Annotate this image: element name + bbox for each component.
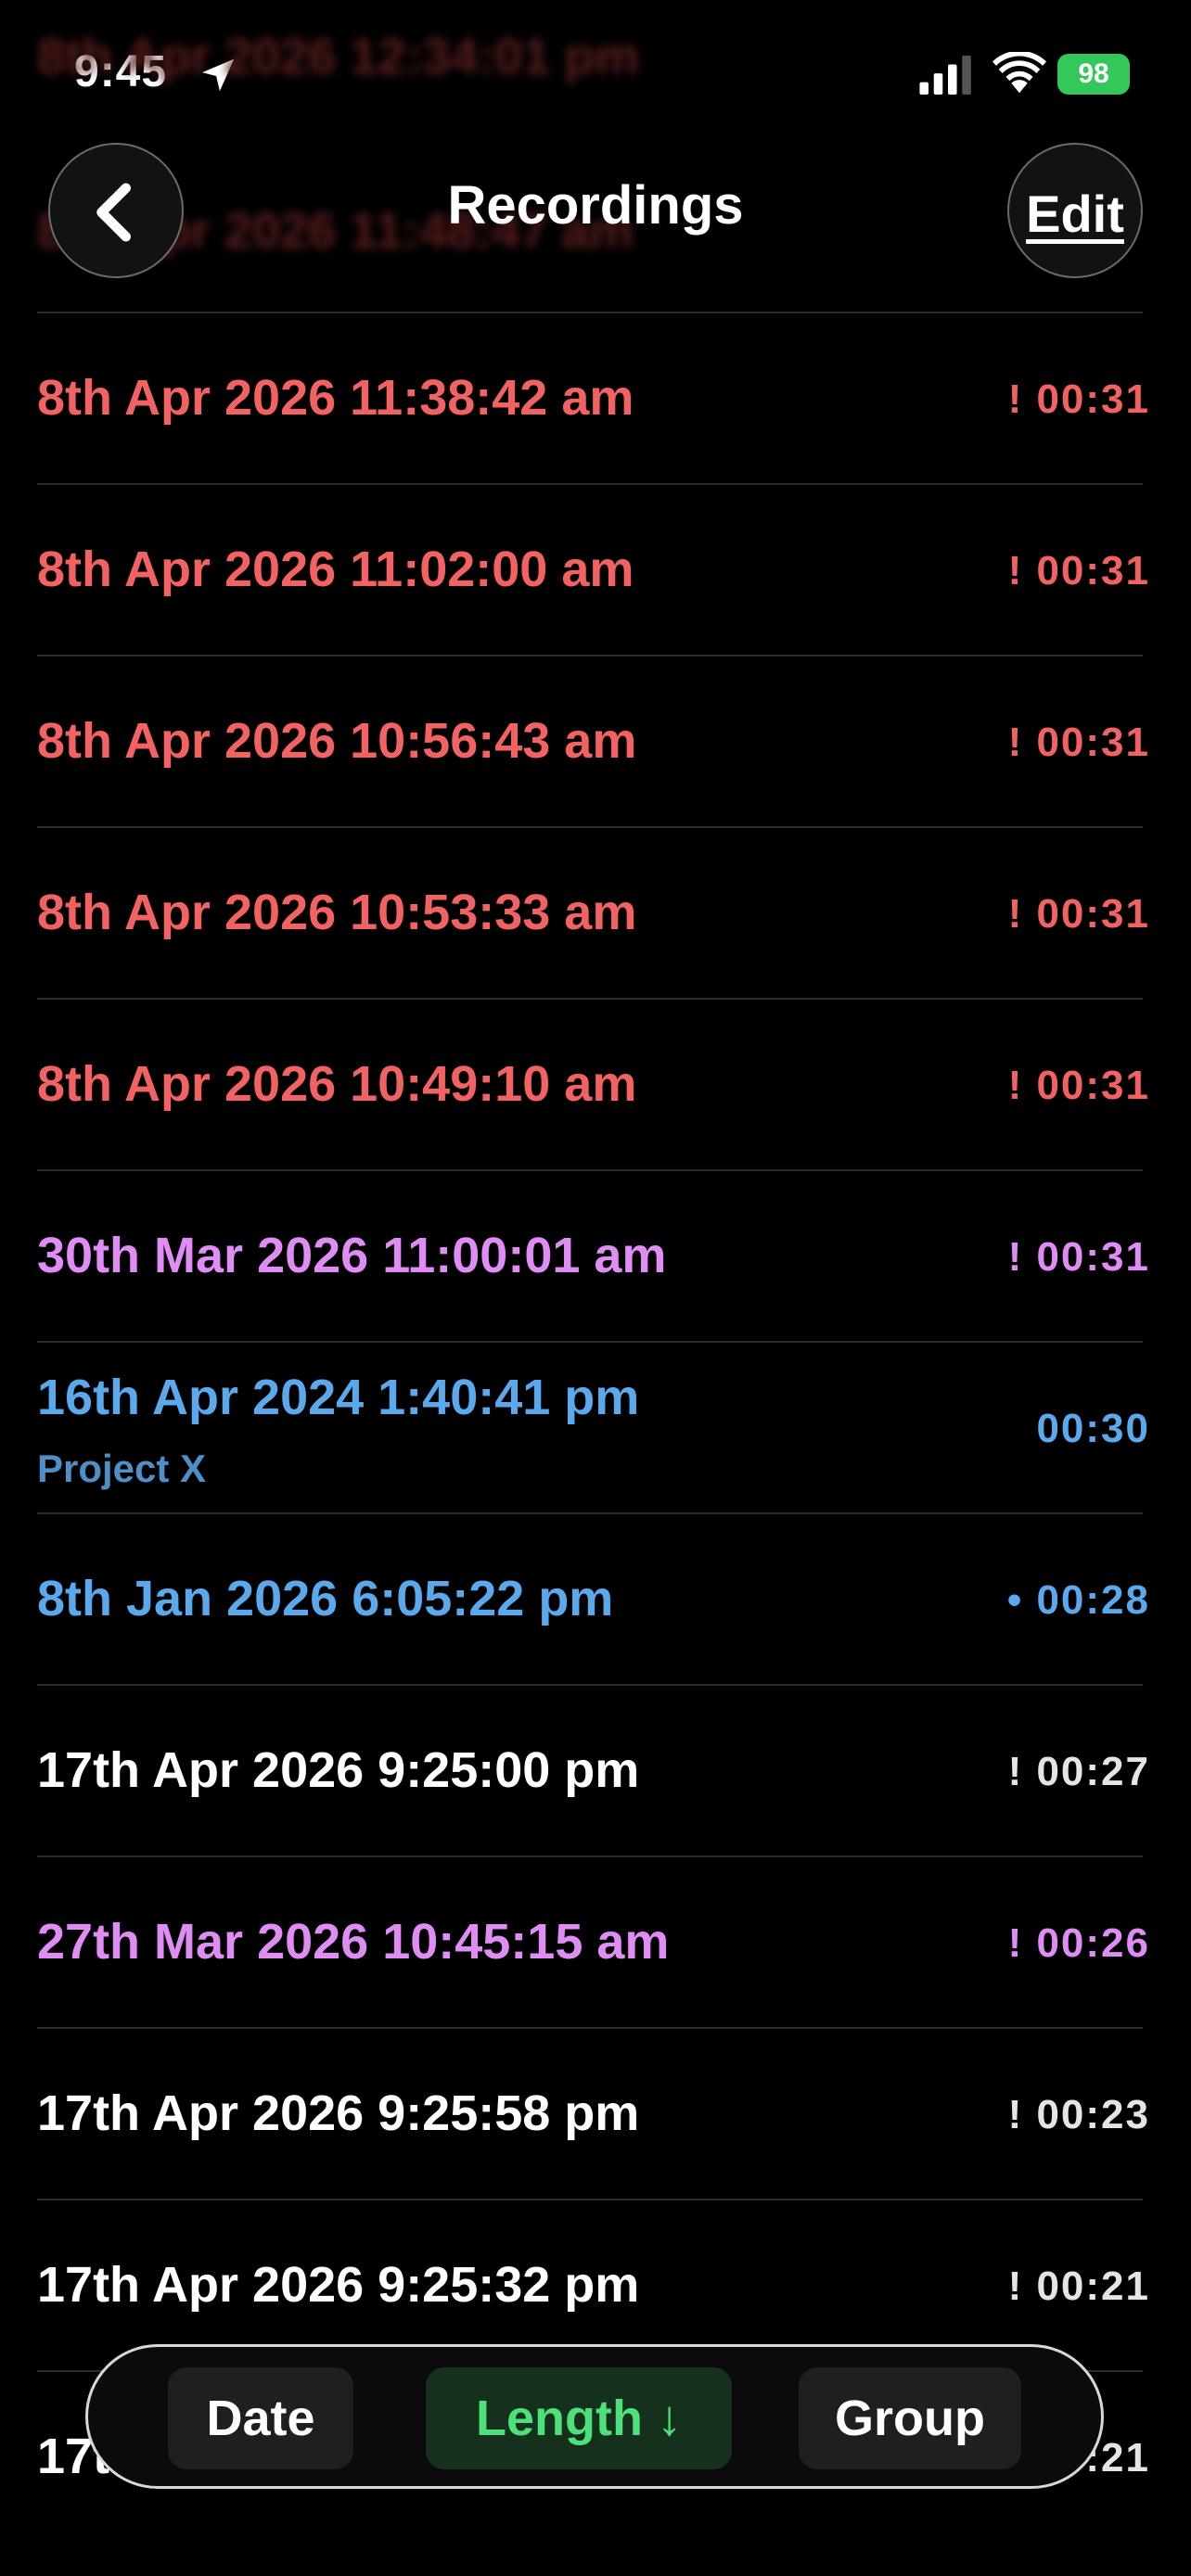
sort-date-button[interactable]: Date [168, 2367, 353, 2469]
edit-button[interactable]: Edit [1007, 143, 1143, 278]
battery-level: 98 [1078, 58, 1109, 89]
ghost-row: 8th Apr 2026 12:34:01 pm [37, 29, 640, 84]
recording-duration: 00:30 [1036, 1406, 1150, 1451]
cellular-signal-icon [919, 56, 971, 95]
recording-duration: ! 00:31 [1007, 1063, 1150, 1108]
recording-duration: ! 00:27 [1007, 1749, 1150, 1794]
recording-date: 8th Apr 2026 10:53:33 am [37, 885, 637, 940]
recording-duration: ! 00:31 [1007, 548, 1150, 593]
sort-bar: Date Length ↓ Group [85, 2344, 1104, 2489]
recording-date: 8th Apr 2026 10:56:43 am [37, 713, 637, 769]
sort-length-button[interactable]: Length ↓ [426, 2367, 732, 2469]
recording-row[interactable]: 8th Jan 2026 6:05:22 pm • 00:28 [0, 1514, 1191, 1684]
edit-label: Edit [1026, 185, 1124, 243]
recording-duration: ! 00:31 [1007, 376, 1150, 422]
recording-date: 8th Apr 2026 11:38:42 am [37, 370, 634, 426]
recording-duration: ! 00:31 [1007, 1234, 1150, 1280]
wifi-icon [992, 52, 1046, 94]
recording-duration: ! 00:21 [1007, 2264, 1150, 2309]
recording-date: 27th Mar 2026 10:45:15 am [37, 1914, 670, 1970]
recording-duration: ! 00:31 [1007, 720, 1150, 765]
recording-date: 17th Apr 2026 9:25:32 pm [37, 2257, 640, 2313]
recording-row[interactable]: 17th Apr 2026 9:25:58 pm ! 00:23 [0, 2029, 1191, 2199]
recording-date: 8th Jan 2026 6:05:22 pm [37, 1571, 614, 1626]
sort-group-button[interactable]: Group [799, 2367, 1021, 2469]
recording-row[interactable]: 17th Apr 2026 9:25:00 pm ! 00:27 [0, 1686, 1191, 1855]
recording-date: 17th Apr 2026 9:25:58 pm [37, 2085, 640, 2141]
battery-icon: 98 [1057, 54, 1130, 95]
recording-date: 30th Mar 2026 11:00:01 am [37, 1228, 667, 1283]
recording-row[interactable]: 8th Apr 2026 11:02:00 am ! 00:31 [0, 485, 1191, 655]
recording-date: 17th Apr 2026 9:25:00 pm [37, 1742, 640, 1798]
recording-row[interactable]: 30th Mar 2026 11:00:01 am ! 00:31 [0, 1171, 1191, 1341]
recording-row[interactable]: 8th Apr 2026 10:56:43 am ! 00:31 [0, 657, 1191, 826]
recording-date: 16th Apr 2024 1:40:41 pm [37, 1370, 640, 1425]
recording-row[interactable]: 27th Mar 2026 10:45:15 am ! 00:26 [0, 1857, 1191, 2027]
recording-row[interactable]: 8th Apr 2026 10:49:10 am ! 00:31 [0, 1000, 1191, 1169]
recording-duration: • 00:28 [1006, 1577, 1150, 1623]
recording-row[interactable]: 8th Apr 2026 10:53:33 am ! 00:31 [0, 828, 1191, 998]
recordings-list: 8th Apr 2026 11:38:42 am! 00:31 8th Apr 2… [0, 312, 1191, 2542]
recording-date: 8th Apr 2026 10:49:10 am [37, 1056, 637, 1112]
recording-duration: ! 00:23 [1007, 2092, 1150, 2137]
recording-duration: ! 00:31 [1007, 891, 1150, 937]
recording-duration: ! 00:26 [1007, 1920, 1150, 1966]
recording-row[interactable]: 8th Apr 2026 11:38:42 am ! 00:31 [0, 313, 1191, 483]
recording-row[interactable]: 16th Apr 2024 1:40:41 pm Project X 00:30 [0, 1343, 1191, 1512]
recording-date: 8th Apr 2026 11:02:00 am [37, 542, 634, 597]
recording-group: Project X [37, 1447, 207, 1490]
